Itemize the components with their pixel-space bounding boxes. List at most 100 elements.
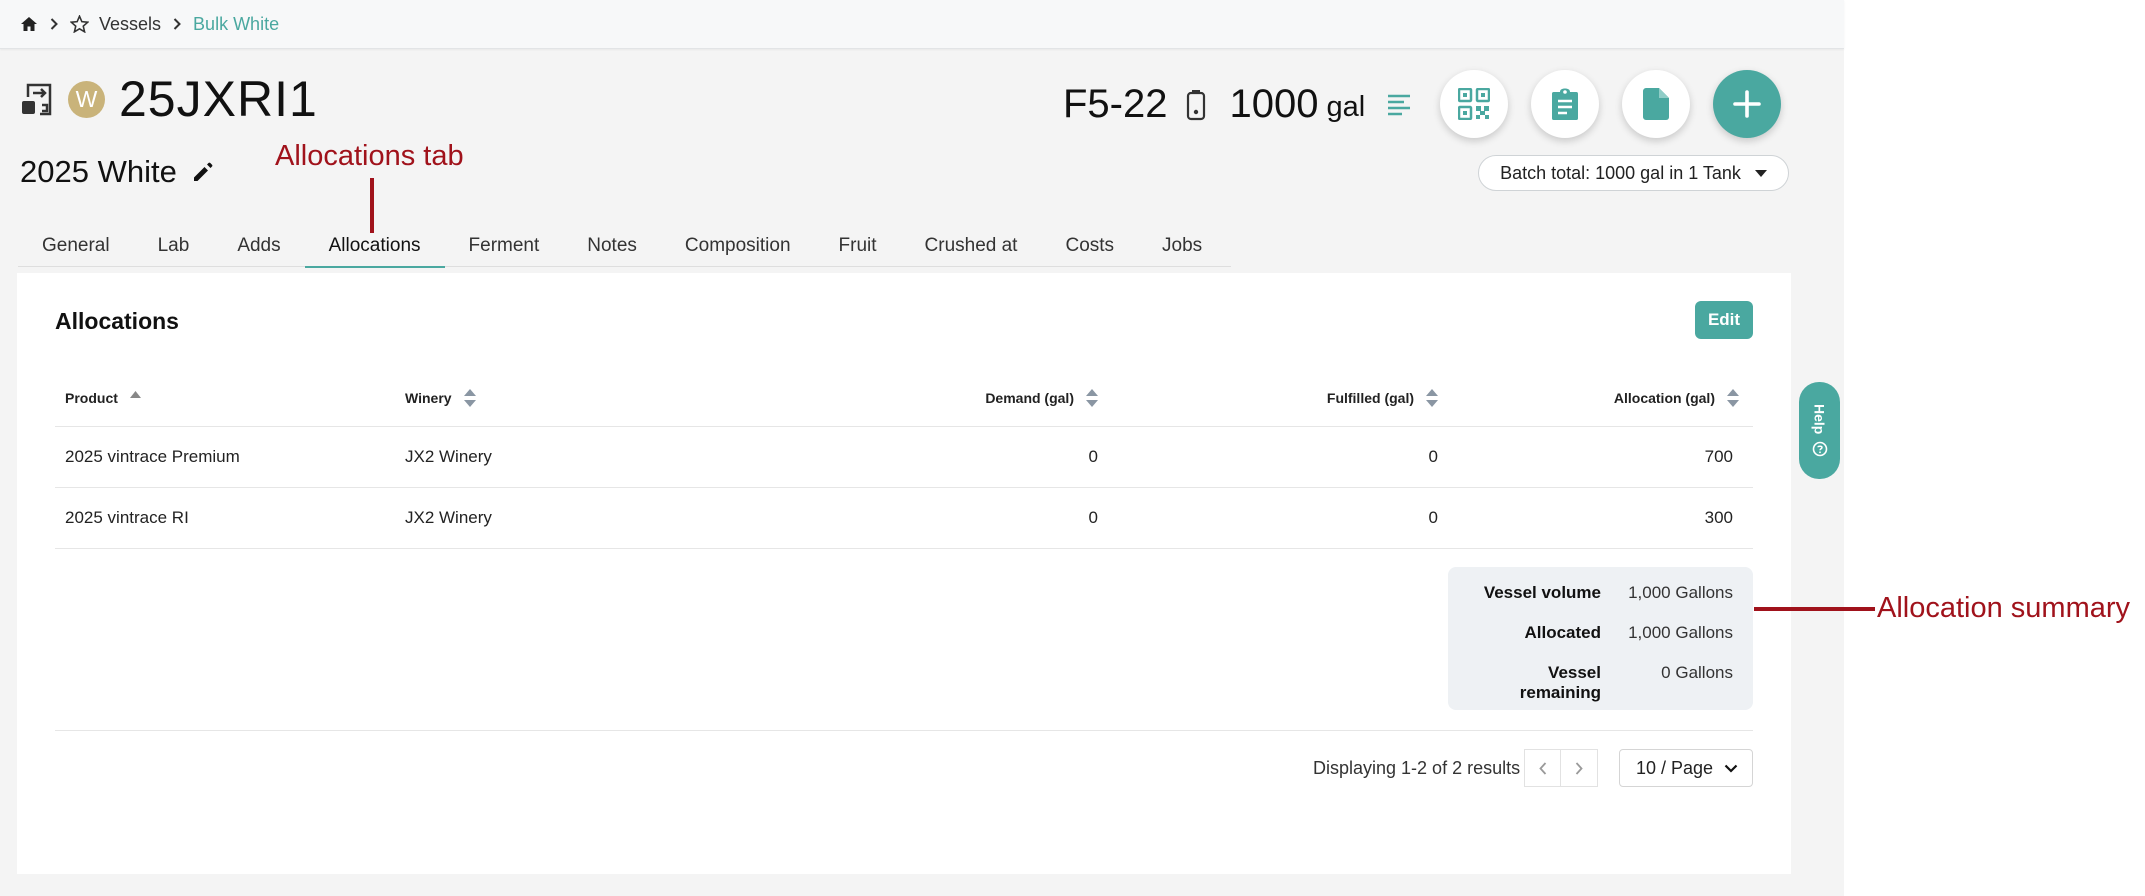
previous-page-button[interactable] [1524,749,1561,787]
tab-bar: General Lab Adds Allocations Ferment Notes Com… [18,225,1231,268]
annotation-allocations-tab: Allocations tab [275,140,464,172]
add-button[interactable] [1713,70,1781,138]
pagination [1524,749,1598,787]
batch-header: W 25JXRI1 [20,70,318,128]
col-demand-label: Demand (gal) [985,390,1074,406]
batch-description-text: 2025 White [20,154,177,189]
tab-general[interactable]: General [18,225,134,267]
clipboard-button[interactable] [1531,70,1599,138]
tab-ferment[interactable]: Ferment [445,225,564,267]
chevron-right-icon [1575,761,1583,775]
cell-allocation: 700 [1704,447,1733,466]
home-icon[interactable] [20,16,38,32]
cell-product: 2025 vintrace RI [65,508,189,527]
cell-allocation: 300 [1704,508,1733,527]
plus-icon [1733,90,1761,118]
tab-fruit[interactable]: Fruit [815,225,901,267]
chevron-down-icon [1724,764,1738,773]
tab-notes[interactable]: Notes [563,225,661,267]
page-size-value: 10 / Page [1636,757,1714,778]
next-page-button[interactable] [1561,749,1598,787]
breadcrumb-current[interactable]: Bulk White [193,14,279,35]
col-fulfilled-label: Fulfilled (gal) [1326,390,1414,406]
cell-fulfilled: 0 [1428,508,1438,527]
caret-down-icon [1754,169,1767,177]
breadcrumb-bar: Vessels Bulk White [0,0,1844,49]
summary-label: Vessel volume [1483,583,1601,602]
cell-fulfilled: 0 [1428,447,1438,466]
vessel-transfer-icon[interactable] [20,81,56,117]
edit-button[interactable]: Edit [1695,301,1753,339]
tab-crushed-at[interactable]: Crushed at [901,225,1042,267]
tab-costs[interactable]: Costs [1041,225,1138,267]
cell-demand: 0 [1088,508,1098,527]
summary-row-vessel-volume: Vessel volume 1,000 Gallons [1466,583,1733,623]
chevron-left-icon [1538,761,1547,775]
vessel-info: F5-22 1000 gal [1063,82,1411,127]
app-window: Vessels Bulk White W 25JXRI1 2025 White … [0,0,1844,896]
tab-adds[interactable]: Adds [213,225,304,267]
divider [55,730,1753,731]
chevron-right-icon [173,18,181,30]
annotation-line [1754,607,1875,611]
qr-code-button[interactable] [1440,70,1508,138]
table-row[interactable]: 2025 vintrace RI JX2 Winery 0 0 300 [55,488,1753,549]
summary-value: 0 Gallons [1661,663,1733,682]
col-fulfilled[interactable]: Fulfilled (gal) [1098,389,1438,407]
tank-icon [1186,89,1206,121]
table-header: Product Winery Demand (gal) Fulfilled (g… [55,370,1753,427]
clipboard-icon [1551,88,1579,120]
batch-code: 25JXRI1 [119,71,318,127]
batch-total-dropdown[interactable]: Batch total: 1000 gal in 1 Tank [1478,155,1789,191]
batch-total-text: Batch total: 1000 gal in 1 Tank [1500,162,1741,183]
wine-type-badge: W [68,80,105,118]
document-button[interactable] [1622,70,1690,138]
tab-composition[interactable]: Composition [661,225,815,267]
tab-allocations[interactable]: Allocations [304,225,445,268]
vessel-volume-unit: gal [1326,91,1366,123]
sort-icon [1727,389,1739,407]
help-label: Help [1811,404,1828,435]
star-icon[interactable] [70,15,89,33]
help-tab[interactable]: Help [1799,382,1840,479]
col-product[interactable]: Product [55,390,395,406]
cell-winery: JX2 Winery [405,508,492,527]
sort-icon [463,389,476,407]
vessel-code[interactable]: F5-22 [1063,82,1168,127]
col-demand[interactable]: Demand (gal) [855,389,1098,407]
breadcrumb: Vessels Bulk White [20,14,279,35]
allocations-table: Product Winery Demand (gal) Fulfilled (g… [55,370,1753,549]
col-winery-label: Winery [405,390,452,406]
table-row[interactable]: 2025 vintrace Premium JX2 Winery 0 0 700 [55,427,1753,488]
summary-label: Allocated [1524,623,1601,642]
document-icon [1643,88,1669,120]
chevron-right-icon [50,18,58,30]
tab-lab[interactable]: Lab [134,225,214,267]
annotation-line [370,178,374,233]
summary-row-allocated: Allocated 1,000 Gallons [1466,623,1733,663]
col-allocation-label: Allocation (gal) [1613,390,1715,406]
sort-ascending-icon [129,390,141,398]
col-product-label: Product [65,390,118,406]
col-allocation[interactable]: Allocation (gal) [1438,389,1753,407]
breadcrumb-vessels[interactable]: Vessels [99,14,161,35]
batch-description: 2025 White [20,154,215,190]
allocations-panel: Allocations Edit Product Winery Demand (… [17,273,1791,874]
pencil-icon[interactable] [191,160,215,184]
summary-value: 1,000 Gallons [1628,623,1733,642]
summary-value: 1,000 Gallons [1628,583,1733,602]
vessel-volume: 1000 [1229,82,1319,126]
page-size-select[interactable]: 10 / Page [1619,749,1753,787]
help-circle-icon [1812,441,1828,457]
cell-winery: JX2 Winery [405,447,492,466]
annotation-allocation-summary: Allocation summary [1877,592,2131,624]
tab-jobs[interactable]: Jobs [1138,225,1226,267]
details-lines-icon[interactable] [1387,94,1411,116]
cell-demand: 0 [1088,447,1098,466]
qr-code-icon [1458,88,1490,120]
summary-row-remaining: Vessel remaining 0 Gallons [1466,663,1733,703]
summary-label: Vessel remaining [1519,663,1601,702]
cell-product: 2025 vintrace Premium [65,447,240,466]
col-winery[interactable]: Winery [395,389,855,407]
allocation-summary: Vessel volume 1,000 Gallons Allocated 1,… [1448,567,1753,710]
